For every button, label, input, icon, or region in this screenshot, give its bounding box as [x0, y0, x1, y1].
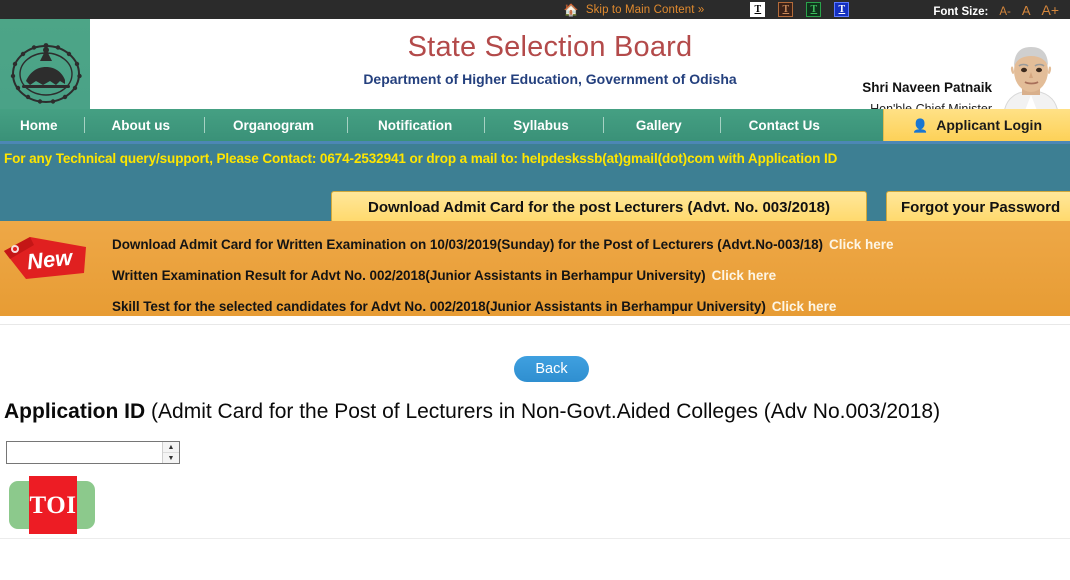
application-id-stepper[interactable]: ▲ ▼ — [162, 442, 179, 463]
application-id-field-wrapper[interactable]: ▲ ▼ — [6, 441, 180, 464]
new-badge-icon: New — [0, 233, 92, 281]
header-title-block: State Selection Board Department of High… — [300, 29, 800, 89]
state-emblem-icon — [8, 41, 84, 105]
skip-to-main-content-link[interactable]: Skip to Main Content » — [586, 4, 705, 16]
page-title: State Selection Board — [407, 31, 693, 63]
application-id-input[interactable] — [7, 442, 162, 463]
forgot-password-button[interactable]: Forgot your Password — [886, 191, 1070, 223]
nav-item-organogram[interactable]: Organogram — [205, 109, 347, 141]
nav-separator — [83, 117, 85, 133]
nav-item-notification[interactable]: Notification — [348, 109, 484, 141]
page-subtitle: Department of Higher Education, Governme… — [363, 71, 737, 87]
announcement-row: Skill Test for the selected candidates f… — [112, 291, 1066, 316]
nav-item-contact-us[interactable]: Contact Us — [721, 109, 850, 141]
technical-support-text: For any Technical query/support, Please … — [4, 151, 838, 166]
announcement-click-here-link[interactable]: Click here — [829, 237, 894, 252]
applicant-login-button[interactable]: 👤 Applicant Login — [883, 109, 1070, 141]
announcements-panel: New Download Admit Card for Written Exam… — [0, 221, 1070, 316]
application-id-heading-bold: Application ID — [4, 400, 146, 423]
skip-to-content-group: 🏠 Skip to Main Content » — [564, 4, 705, 16]
applicant-login-label: Applicant Login — [936, 117, 1042, 133]
main-navigation: Home About us Organogram Notification Sy… — [0, 109, 1070, 144]
theme-white-button[interactable]: T — [750, 2, 766, 17]
svg-text:New: New — [26, 245, 75, 275]
announcement-text: Written Examination Result for Advt No. … — [112, 268, 706, 283]
theme-green-button[interactable]: T — [806, 2, 822, 17]
user-icon: 👤 — [912, 117, 929, 133]
technical-support-marquee: For any Technical query/support, Please … — [0, 144, 1070, 173]
main-content — [0, 316, 1070, 564]
chief-minister-role: Hon'ble Chief Minister — [870, 102, 992, 109]
toi-watermark-logo: TOI — [9, 476, 95, 534]
stepper-up-icon[interactable]: ▲ — [163, 442, 179, 453]
site-header: State Selection Board Department of High… — [0, 19, 1070, 109]
theme-selector-group: T T T T — [750, 2, 850, 17]
chief-minister-name: Shri Naveen Patnaik — [862, 80, 992, 95]
chief-minister-photo — [996, 39, 1066, 109]
content-top-divider — [0, 324, 1070, 325]
nav-separator — [602, 117, 604, 133]
nav-separator — [204, 117, 206, 133]
stepper-down-icon[interactable]: ▼ — [163, 453, 179, 463]
font-size-group: Font Size: A- A A+ — [933, 2, 1059, 18]
announcement-row: Download Admit Card for Written Examinat… — [112, 229, 1066, 260]
nav-item-about-us[interactable]: About us — [85, 109, 205, 141]
font-size-label: Font Size: — [933, 5, 989, 18]
announcement-list: Download Admit Card for Written Examinat… — [112, 229, 1066, 316]
toi-red-block: TOI — [29, 476, 77, 534]
download-admit-card-button[interactable]: Download Admit Card for the post Lecture… — [331, 191, 867, 223]
toi-label: TOI — [29, 491, 77, 519]
theme-blue-button[interactable]: T — [834, 2, 850, 17]
chief-minister-block: Shri Naveen Patnaik Hon'ble Chief Minist… — [846, 23, 1068, 109]
announcement-text: Skill Test for the selected candidates f… — [112, 299, 766, 314]
footer-area — [0, 539, 1070, 580]
back-button[interactable]: Back — [514, 356, 589, 382]
accessibility-topbar: 🏠 Skip to Main Content » T T T T Font Si… — [0, 0, 1070, 19]
application-id-heading-rest: (Admit Card for the Post of Lecturers in… — [151, 400, 941, 423]
nav-item-syllabus[interactable]: Syllabus — [485, 109, 603, 141]
announcement-row: Written Examination Result for Advt No. … — [112, 260, 1066, 291]
nav-item-home[interactable]: Home — [0, 109, 84, 141]
nav-separator — [347, 117, 349, 133]
page-root: 🏠 Skip to Main Content » T T T T Font Si… — [0, 0, 1070, 580]
font-decrease-button[interactable]: A- — [999, 6, 1011, 18]
announcement-text: Download Admit Card for Written Examinat… — [112, 237, 823, 252]
home-icon: 🏠 — [563, 2, 579, 17]
font-increase-button[interactable]: A+ — [1041, 2, 1059, 18]
nav-separator — [719, 117, 721, 133]
font-normal-button[interactable]: A — [1022, 3, 1031, 18]
nav-item-gallery[interactable]: Gallery — [604, 109, 720, 141]
nav-separator — [484, 117, 486, 133]
application-id-heading: Application ID (Admit Card for the Post … — [4, 399, 940, 425]
announcement-click-here-link[interactable]: Click here — [712, 268, 777, 283]
theme-brown-button[interactable]: T — [778, 2, 794, 17]
announcement-click-here-link[interactable]: Click here — [772, 299, 837, 314]
